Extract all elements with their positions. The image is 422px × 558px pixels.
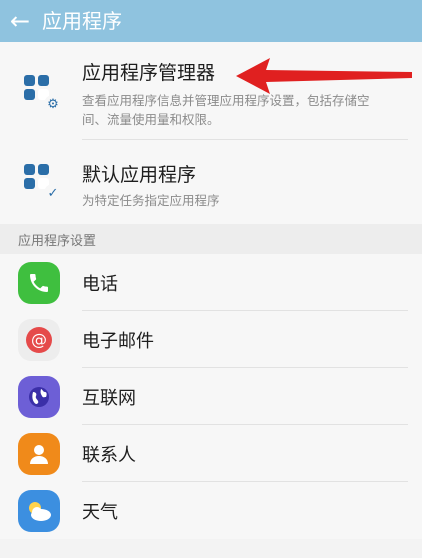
item-subtitle: 为特定任务指定应用程序: [82, 193, 220, 208]
section-header: 应用程序设置: [0, 224, 422, 254]
app-label: 电话: [82, 273, 118, 295]
weather-icon: [18, 489, 60, 532]
email-icon: @: [18, 318, 60, 361]
page-title: 应用程序: [42, 8, 122, 33]
globe-icon: [18, 375, 60, 418]
default-apps-icon: ✓: [24, 164, 62, 202]
app-item-phone[interactable]: 电话: [0, 254, 422, 311]
app-label: 互联网: [82, 387, 136, 409]
section-label: 应用程序设置: [18, 233, 97, 249]
contact-icon: [18, 432, 60, 475]
item-title: 默认应用程序: [82, 164, 197, 186]
app-item-contacts[interactable]: 联系人: [0, 425, 422, 482]
app-bar: ← 应用程序: [0, 0, 422, 42]
check-icon: ✓: [44, 184, 62, 202]
app-item-internet[interactable]: 互联网: [0, 368, 422, 425]
gear-icon: ⚙: [44, 95, 62, 113]
app-settings-list: 电话 @ 电子邮件 互联网 联系人 天气: [0, 254, 422, 539]
app-manager-icon: ⚙: [24, 75, 62, 113]
phone-icon: [18, 261, 60, 304]
app-label: 联系人: [82, 444, 136, 466]
app-item-email[interactable]: @ 电子邮件: [0, 311, 422, 368]
app-label: 电子邮件: [82, 330, 154, 352]
back-arrow-icon[interactable]: ←: [0, 0, 40, 42]
annotation-arrow-icon: [236, 58, 412, 94]
settings-item-default-apps[interactable]: ✓ 默认应用程序 为特定任务指定应用程序: [0, 140, 422, 224]
app-item-weather[interactable]: 天气: [0, 482, 422, 539]
app-label: 天气: [82, 501, 118, 523]
